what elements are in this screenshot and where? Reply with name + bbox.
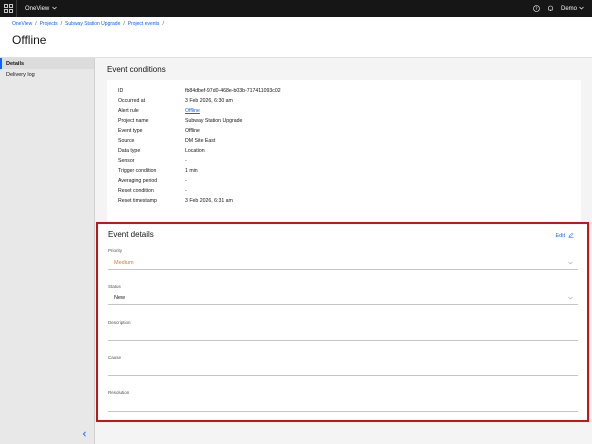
condition-row-occurred-at: Occurred at 3 Feb 2026, 6:30 am [118, 98, 233, 104]
app-name-menu[interactable]: OneView [25, 6, 57, 12]
condition-row-source: Source DM Site East [118, 138, 216, 144]
event-details-panel: Event details Edit Priority Medium Statu… [96, 222, 589, 422]
page-header: OneView / Projects / Subway Station Upgr… [0, 17, 592, 58]
condition-row-project-name: Project name Subway Station Upgrade [118, 118, 243, 124]
priority-value: Medium [114, 260, 134, 266]
description-input[interactable] [108, 328, 578, 341]
top-navigation-bar: OneView ? Demo [0, 0, 592, 17]
help-icon[interactable]: ? [533, 5, 540, 12]
user-menu[interactable]: Demo [561, 6, 584, 12]
cause-input[interactable] [108, 363, 578, 376]
description-label: Description [108, 320, 131, 325]
status-select[interactable]: New [108, 292, 578, 305]
edit-button[interactable]: Edit [556, 232, 574, 240]
breadcrumb: OneView / Projects / Subway Station Upgr… [12, 21, 164, 27]
resolution-input[interactable] [108, 399, 578, 412]
status-label: Status [108, 284, 121, 289]
chevron-down-icon [579, 6, 584, 12]
collapse-left-icon[interactable] [82, 430, 87, 439]
edit-label: Edit [555, 233, 565, 239]
condition-row-reset-timestamp: Reset timestamp 3 Feb 2026, 6:31 am [118, 198, 233, 204]
user-name: Demo [560, 5, 577, 12]
chevron-down-icon [568, 296, 573, 302]
status-value: New [114, 295, 126, 301]
notification-icon[interactable] [547, 5, 554, 12]
priority-label: Priority [108, 248, 123, 253]
sidebar: Details Delivery log [0, 58, 95, 444]
breadcrumb-projects[interactable]: Projects [40, 21, 58, 27]
alert-rule-link[interactable]: Offline [185, 108, 200, 114]
resolution-label: Resolution [108, 390, 130, 395]
app-switcher-button[interactable] [0, 0, 17, 17]
condition-row-reset-condition: Reset condition - [118, 188, 187, 194]
condition-row-trigger-condition: Trigger condition 1 min [118, 168, 198, 174]
breadcrumb-oneview[interactable]: OneView [12, 21, 32, 27]
condition-row-event-type: Event type Offline [118, 128, 200, 134]
app-name: OneView [25, 5, 50, 12]
condition-row-data-type: Data type Location [118, 148, 205, 154]
cause-label: Cause [108, 355, 122, 360]
priority-select[interactable]: Medium [108, 257, 578, 270]
breadcrumb-project[interactable]: Subway Station Upgrade [65, 21, 120, 27]
condition-row-id: ID fb84dbef-97d0-468e-b03b-717411093c02 [118, 88, 281, 94]
condition-row-alert-rule: Alert rule Offline [118, 108, 200, 114]
chevron-down-icon [52, 6, 57, 12]
event-details-title: Event details [108, 230, 154, 239]
event-conditions-title: Event conditions [107, 65, 166, 74]
sidebar-item-details[interactable]: Details [0, 58, 94, 69]
edit-icon [568, 232, 574, 240]
app-grid-icon [3, 0, 13, 18]
chevron-down-icon [568, 261, 573, 267]
page-title: Offline [12, 33, 47, 47]
condition-row-sensor: Sensor - [118, 158, 187, 164]
sidebar-item-delivery-log[interactable]: Delivery log [0, 69, 94, 80]
condition-row-averaging-period: Averaging period - [118, 178, 187, 184]
breadcrumb-project-events[interactable]: Project events [128, 21, 160, 27]
